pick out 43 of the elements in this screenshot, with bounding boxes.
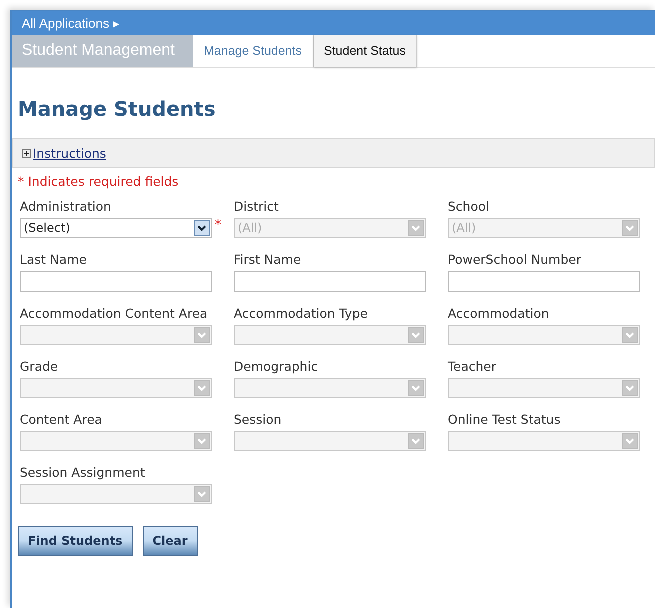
field-label: Grade	[20, 359, 60, 376]
chevron-down-icon	[408, 433, 424, 449]
field-label: District	[234, 199, 280, 216]
field-label: Administration	[20, 199, 112, 216]
action-button[interactable]: Clear	[142, 526, 198, 556]
text-field[interactable]	[20, 271, 212, 292]
field-label: Demographic	[234, 359, 320, 376]
field-label: Accommodation Content Area	[20, 306, 209, 323]
chevron-down-icon	[622, 220, 638, 236]
field-label: Last Name	[20, 252, 88, 269]
chevron-down-icon	[408, 380, 424, 396]
expand-icon[interactable]	[22, 148, 31, 158]
app-title: Student Management	[12, 35, 193, 67]
field-label: First Name	[234, 252, 302, 269]
chevron-down-icon	[408, 327, 424, 343]
chevron-down-icon	[622, 380, 638, 396]
action-button[interactable]: Find Students	[18, 526, 133, 556]
field-label: Accommodation	[448, 306, 550, 323]
chevron-down-icon	[622, 327, 638, 343]
text-field[interactable]	[234, 271, 426, 292]
chevron-down-icon	[194, 220, 210, 236]
field-label: PowerSchool Number	[448, 252, 582, 269]
breadcrumb-link[interactable]: All Applications ▸	[22, 16, 120, 30]
required-mark: *	[215, 218, 222, 233]
chevron-down-icon	[194, 327, 210, 343]
chevron-down-icon	[194, 433, 210, 449]
instructions-link[interactable]: Instructions	[33, 146, 106, 160]
field-label: School	[448, 199, 490, 216]
chevron-down-icon	[194, 486, 210, 502]
field-label: Online Test Status	[448, 412, 562, 429]
field-label: Session	[234, 412, 283, 429]
chevron-down-icon	[194, 380, 210, 396]
field-label: Content Area	[20, 412, 104, 429]
page-heading: Manage Students	[18, 96, 217, 122]
required-note: * Indicates required fields	[18, 174, 180, 189]
dropdown[interactable]: (Select)	[20, 218, 212, 238]
tab[interactable]: Student Status	[314, 35, 418, 67]
text-field[interactable]	[448, 271, 640, 292]
field-label: Accommodation Type	[234, 306, 369, 323]
chevron-down-icon	[408, 220, 424, 236]
chevron-down-icon	[622, 433, 638, 449]
field-label: Teacher	[448, 359, 498, 376]
field-label: Session Assignment	[20, 465, 146, 482]
